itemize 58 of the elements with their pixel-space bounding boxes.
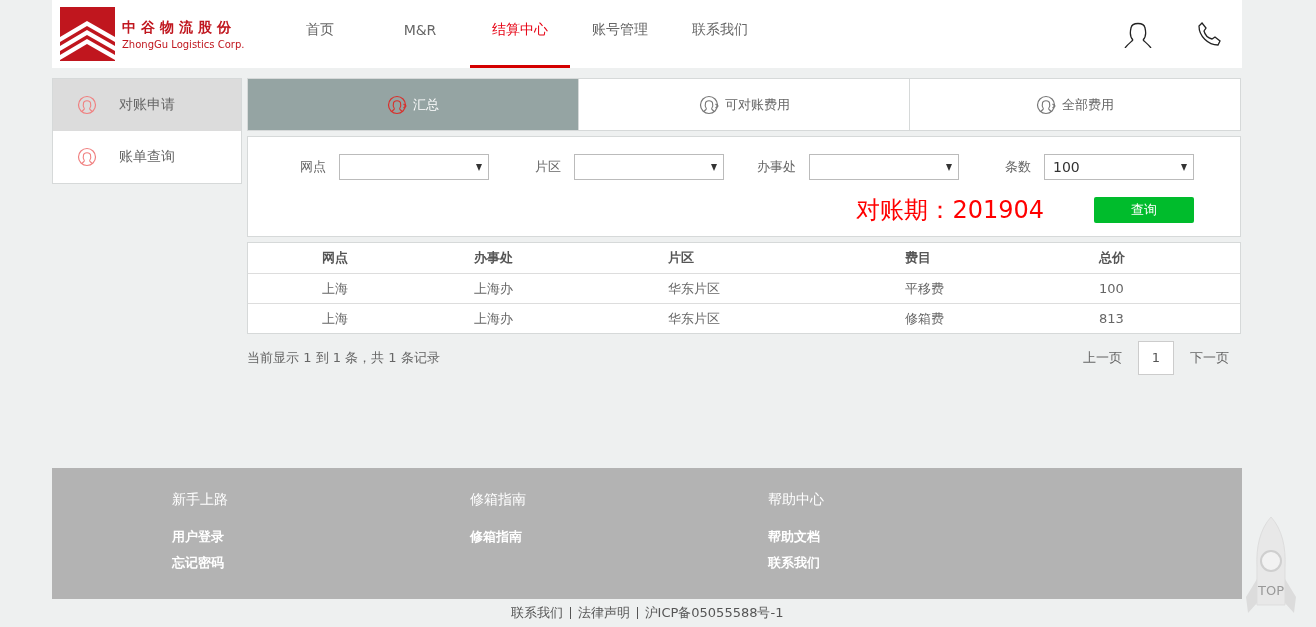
dropdown-field[interactable] (339, 154, 489, 180)
dropdown-field[interactable] (809, 154, 959, 180)
footer-heading: 修箱指南 (470, 491, 527, 509)
logo-name: 中谷物流股份 (122, 18, 237, 37)
dropdown-arrow-icon (1181, 163, 1187, 171)
dropdown-arrow-icon (476, 163, 482, 171)
field-label: 片区 (534, 158, 561, 176)
dropdown-arrow-icon (711, 163, 717, 171)
logo-icon (60, 7, 115, 61)
phone-icon (1196, 21, 1222, 47)
footer-heading: 新手上路 (172, 491, 229, 509)
table-cell-text: 修箱费 (905, 309, 945, 328)
column-header: 网点 (322, 249, 349, 267)
dropdown-field[interactable]: 100 (1044, 154, 1194, 180)
rocket-icon (1244, 517, 1298, 615)
table-cell-text: 华东片区 (668, 309, 721, 328)
sidebar-item[interactable]: 账单查询 (53, 131, 241, 183)
sidebar-item[interactable]: 对账申请 (53, 79, 241, 131)
tab[interactable]: 可对账费用 (578, 79, 909, 130)
column-header: 总价 (1099, 249, 1126, 267)
footer-heading: 帮助中心 (768, 491, 825, 509)
table-cell-text: 华东片区 (668, 279, 721, 298)
nav-link[interactable]: 首页 (270, 0, 370, 68)
footer-link[interactable]: 法律声明 (569, 607, 637, 619)
footer-link[interactable]: 沪ICP备05055588号-1 (636, 607, 791, 619)
user-refresh-icon (1036, 94, 1056, 115)
table-cell-text: 上海办 (474, 279, 514, 298)
column-header: 费目 (905, 249, 932, 267)
user-refresh-icon (387, 94, 407, 115)
page-number[interactable]: 1 (1138, 340, 1174, 375)
table-cell-text: 813 (1099, 311, 1125, 326)
table-cell-text: 平移费 (905, 279, 945, 298)
column-header: 办事处 (474, 249, 514, 267)
period-label: 对账期：201904 (856, 195, 1044, 226)
nav-link[interactable]: 结算中心 (470, 0, 570, 68)
next-page-link[interactable]: 下一页 (1190, 348, 1229, 367)
user-refresh-icon (698, 94, 719, 115)
dropdown-arrow-icon (946, 163, 952, 171)
table-cell-text: 上海 (322, 279, 349, 298)
table-cell-text: 100 (1099, 281, 1125, 296)
table-cell-text: 上海 (322, 309, 349, 328)
footer-link[interactable]: 联系我们 (503, 607, 570, 619)
nav-link[interactable]: 联系我们 (670, 0, 770, 68)
tab[interactable]: 全部费用 (909, 79, 1240, 130)
dropdown-field[interactable] (574, 154, 724, 180)
field-label: 网点 (299, 158, 326, 176)
field-label: 条数 (1004, 158, 1031, 176)
user-icon (1124, 20, 1152, 48)
user-circle-icon (77, 147, 97, 167)
user-circle-icon (77, 95, 97, 115)
record-summary: 当前显示 1 到 1 条，共 1 条记录 (247, 348, 440, 367)
field-label: 办事处 (756, 158, 796, 176)
nav-link[interactable]: 账号管理 (570, 0, 670, 68)
nav-link[interactable]: M&R (370, 0, 470, 68)
table-cell-text: 上海办 (474, 309, 514, 328)
column-header: 片区 (668, 249, 695, 267)
prev-page-link[interactable]: 上一页 (1083, 348, 1122, 367)
logo-subtitle: ZhongGu Logistics Corp. (122, 38, 245, 50)
